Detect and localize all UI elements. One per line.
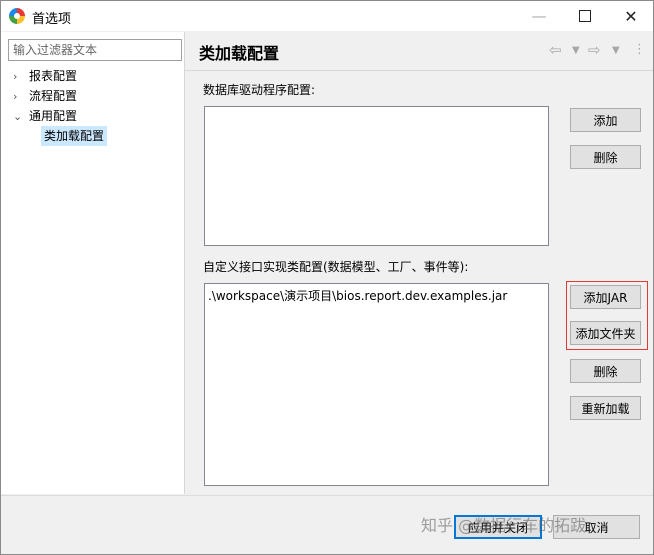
page-title: 类加载配置 [199, 44, 280, 63]
title-bar: 首选项 — ✕ [1, 1, 653, 31]
chevron-down-icon[interactable]: ▼ [572, 45, 580, 56]
back-arrow-icon[interactable]: ⇦ [549, 41, 562, 59]
page-header: 类加载配置 ⇦ ▼ ⇨ ▼ ⋮ [185, 32, 653, 70]
list-item[interactable]: .\workspace\演示项目\bios.report.dev.example… [205, 284, 548, 307]
chevron-down-icon[interactable]: ▼ [612, 45, 620, 56]
remove-driver-button[interactable]: 删除 [570, 145, 641, 169]
app-logo-icon [9, 8, 25, 24]
driver-list[interactable] [204, 106, 549, 246]
add-folder-button[interactable]: 添加文件夹 [570, 321, 641, 345]
maximize-button[interactable] [562, 1, 608, 31]
preferences-tree-panel: ›报表配置 ›流程配置 ⌄通用配置 类加载配置 [1, 32, 185, 494]
window-title: 首选项 [32, 12, 72, 27]
view-menu-icon[interactable]: ⋮ [633, 42, 646, 57]
chevron-right-icon[interactable]: › [13, 87, 29, 107]
tree-item-label: 报表配置 [29, 69, 78, 83]
preferences-window: 首选项 — ✕ ›报表配置 ›流程配置 ⌄通用配置 类加载配置 类加载配置 ⇦ … [0, 0, 654, 555]
reload-button[interactable]: 重新加载 [570, 396, 641, 420]
impl-section-label: 自定义接口实现类配置(数据模型、工厂、事件等): [203, 260, 469, 274]
minimize-button[interactable]: — [516, 1, 562, 31]
maximize-icon [579, 10, 591, 22]
apply-and-close-button[interactable]: 应用并关闭 [454, 515, 542, 539]
chevron-down-icon[interactable]: ⌄ [13, 107, 29, 127]
filter-input[interactable] [8, 39, 182, 61]
preference-page: 类加载配置 ⇦ ▼ ⇨ ▼ ⋮ 数据库驱动程序配置: 添加 删除 自定义接口实现… [185, 32, 653, 494]
tree-item-process-config[interactable]: › 流程配置 [13, 86, 77, 106]
tree-item-report-config[interactable]: › 报表配置 [13, 66, 77, 86]
add-jar-button[interactable]: 添加JAR [570, 285, 641, 309]
tree-item-class-loading-config[interactable]: 类加载配置 [41, 126, 108, 146]
add-driver-button[interactable]: 添加 [570, 108, 641, 132]
dialog-footer: 应用并关闭 取消 知乎 @数据行车的拓跋 [1, 495, 653, 554]
tree-item-label: 通用配置 [29, 109, 78, 123]
close-icon: ✕ [624, 6, 638, 26]
driver-section-label: 数据库驱动程序配置: [203, 83, 316, 97]
chevron-right-icon[interactable]: › [13, 67, 29, 87]
impl-class-list[interactable]: .\workspace\演示项目\bios.report.dev.example… [204, 283, 549, 486]
cancel-button[interactable]: 取消 [553, 515, 640, 539]
header-divider [185, 70, 653, 71]
tree-item-label: 类加载配置 [44, 129, 105, 143]
tree-item-general-config[interactable]: ⌄ 通用配置 [13, 106, 77, 126]
minimize-icon: — [531, 7, 547, 25]
remove-impl-button[interactable]: 删除 [570, 359, 641, 383]
forward-arrow-icon[interactable]: ⇨ [588, 41, 601, 59]
tree-item-label: 流程配置 [29, 89, 78, 103]
close-button[interactable]: ✕ [608, 1, 653, 31]
